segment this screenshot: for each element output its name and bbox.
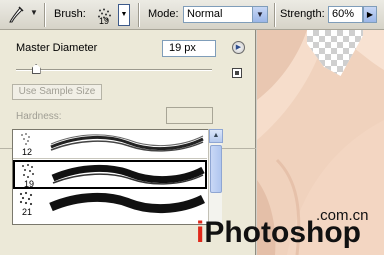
watermark-logo: iPhotoshop xyxy=(196,216,361,250)
brush-label: Brush: xyxy=(54,8,86,20)
hardness-label: Hardness: xyxy=(16,111,62,122)
panel-menu-button[interactable]: ▶ xyxy=(232,41,245,54)
master-diameter-input[interactable]: 19 px xyxy=(162,40,216,57)
brush-preset-size: 21 xyxy=(22,207,33,217)
watermark-brand-text: Photoshop xyxy=(204,216,361,249)
scroll-up-icon[interactable]: ▲ xyxy=(209,129,223,143)
options-bar: ▼ Brush: 19 ▼ Mode: Normal ▼ Strength: 6… xyxy=(0,0,384,30)
master-diameter-slider-track[interactable] xyxy=(16,69,212,71)
chevron-down-icon: ▼ xyxy=(120,11,128,18)
new-preset-icon[interactable] xyxy=(232,68,242,78)
brush-tip-icon xyxy=(19,191,33,206)
brush-preset-size: 19 xyxy=(24,179,35,189)
brush-tip-icon xyxy=(21,133,30,145)
strength-input[interactable]: 60% xyxy=(328,6,363,23)
brush-stroke-preview xyxy=(50,134,204,152)
brush-preset-list[interactable]: 12 19 21 xyxy=(12,129,222,225)
play-arrow-icon: ▶ xyxy=(235,44,242,51)
smudge-tool-icon[interactable] xyxy=(6,4,26,24)
mode-select[interactable]: Normal ▼ xyxy=(183,6,268,23)
master-diameter-slider-thumb[interactable] xyxy=(31,64,41,74)
master-diameter-label: Master Diameter xyxy=(16,42,98,54)
mode-value: Normal xyxy=(187,8,223,20)
toolbar-separator xyxy=(138,3,140,27)
brush-preset-size: 12 xyxy=(22,147,33,157)
preset-list-scrollbar[interactable]: ▲ xyxy=(208,129,223,225)
mode-label: Mode: xyxy=(148,8,179,20)
chevron-right-icon: ▶ xyxy=(366,10,374,19)
toolbar-separator xyxy=(44,3,46,27)
brush-preset-row[interactable]: 21 xyxy=(13,190,207,219)
chevron-down-icon[interactable]: ▼ xyxy=(252,7,267,22)
toolbar-separator xyxy=(274,3,276,27)
tool-preset-dropdown-icon[interactable]: ▼ xyxy=(30,8,38,17)
use-sample-size-button[interactable]: Use Sample Size xyxy=(12,84,102,100)
strength-slider-toggle-button[interactable]: ▶ xyxy=(363,6,377,23)
scrollbar-thumb[interactable] xyxy=(210,145,222,193)
brush-tip-icon xyxy=(22,164,34,178)
brush-stroke-preview xyxy=(49,192,205,214)
strength-label: Strength: xyxy=(280,8,325,20)
brush-size-value: 19 xyxy=(99,16,110,26)
hardness-input[interactable] xyxy=(166,107,213,124)
brush-stroke-preview xyxy=(51,164,205,185)
strength-value: 60% xyxy=(332,8,355,20)
brush-preset-row[interactable]: 12 xyxy=(13,130,207,159)
brush-picker-dropdown[interactable]: ▼ xyxy=(118,4,130,26)
brush-preset-row-selected[interactable]: 19 xyxy=(13,160,207,189)
